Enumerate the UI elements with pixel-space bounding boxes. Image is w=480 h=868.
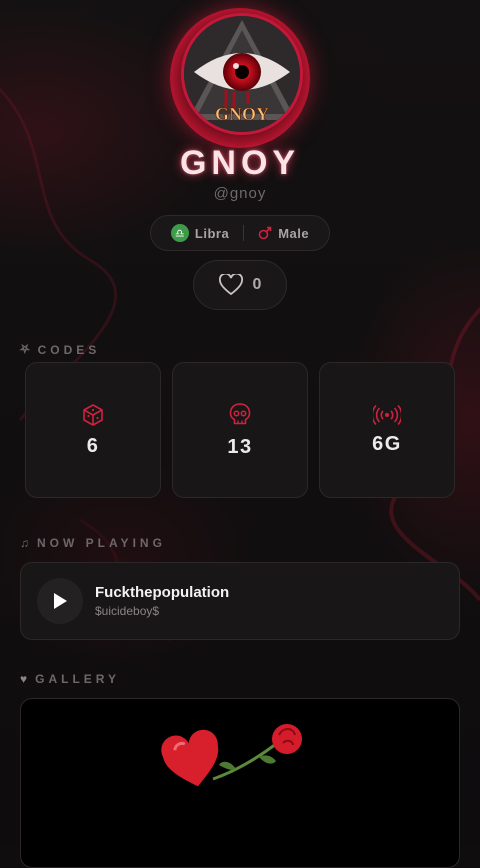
music-note-icon: ♫ <box>20 536 29 550</box>
display-name: GNOY <box>179 144 301 182</box>
libra-icon: ♎ <box>170 224 189 242</box>
codes-section-title: ⛧ CODES <box>20 342 100 357</box>
code-value: 6 <box>86 434 100 457</box>
code-card-skull[interactable]: 13 <box>172 362 308 498</box>
gender-tag: Male <box>258 226 309 241</box>
now-playing-heading: NOW PLAYING <box>37 536 166 550</box>
heart-rose-image <box>161 724 302 787</box>
code-value: 6G <box>372 432 402 455</box>
avatar-logo-text: GNOY <box>215 104 269 124</box>
music-player: Fuckthepopulation $uicideboy$ <box>20 562 460 640</box>
code-value: 13 <box>227 435 253 458</box>
gender-label: Male <box>278 225 310 241</box>
codes-heading: CODES <box>37 342 101 357</box>
gallery-section-title: ♥ GALLERY <box>20 672 120 686</box>
like-count: 0 <box>252 276 262 293</box>
skull-icon <box>229 402 251 424</box>
play-icon <box>54 593 67 609</box>
track-title: Fuckthepopulation <box>95 584 230 601</box>
now-playing-section-title: ♫ NOW PLAYING <box>20 536 166 550</box>
heart-icon-small: ♥ <box>20 672 28 686</box>
code-card-dice[interactable]: 6 <box>25 362 161 498</box>
like-button[interactable]: 0 <box>193 260 287 310</box>
gallery-heading: GALLERY <box>35 672 121 686</box>
username-handle: @gnoy <box>213 185 267 202</box>
zodiac-tag: ♎ Libra <box>170 224 230 242</box>
gallery-box[interactable] <box>20 698 460 868</box>
track-artist: $uicideboy$ <box>95 604 160 618</box>
avatar-eye-image: GNOY <box>184 16 300 132</box>
pentagram-icon: ⛧ <box>20 342 30 356</box>
codes-grid: 6 13 6G <box>25 362 455 498</box>
dice-icon <box>83 403 103 426</box>
zodiac-label: Libra <box>194 225 230 241</box>
avatar[interactable]: GNOY <box>181 13 303 135</box>
broadcast-icon <box>373 404 401 425</box>
male-icon <box>258 226 272 240</box>
code-card-broadcast[interactable]: 6G <box>319 362 455 498</box>
track-info: Fuckthepopulation $uicideboy$ <box>95 584 229 618</box>
profile-page: GNOY GNOY @gnoy ♎ Libra Male 0 ⛧ CODES 6… <box>0 0 480 868</box>
heart-icon <box>218 274 243 296</box>
tag-divider <box>243 225 245 241</box>
profile-tags: ♎ Libra Male <box>150 215 330 251</box>
play-button[interactable] <box>37 578 83 624</box>
